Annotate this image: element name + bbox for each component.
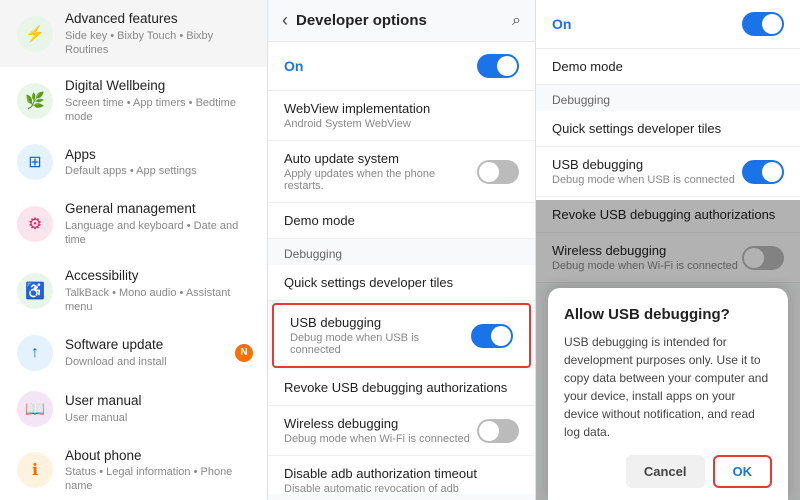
auto-update-subtitle: Apply updates when the phone restarts. xyxy=(284,168,477,192)
sidebar-item-user-manual[interactable]: 📖 User manualUser manual xyxy=(0,381,267,437)
about-phone-title: About phone xyxy=(65,447,253,465)
general-management-icon: ⚙ xyxy=(17,206,53,242)
sidebar-item-digital-wellbeing[interactable]: 🌿 Digital WellbeingScreen time • App time… xyxy=(0,67,267,134)
wireless-debugging-subtitle: Debug mode when Wi-Fi is connected xyxy=(284,433,470,445)
revoke-usb-title: Revoke USB debugging authorizations xyxy=(284,380,519,395)
sidebar-item-accessibility[interactable]: ♿ AccessibilityTalkBack • Mono audio • As… xyxy=(0,257,267,324)
right-developer-toggle[interactable] xyxy=(742,12,784,36)
usb-debugging-r-toggle[interactable] xyxy=(742,160,784,184)
general-management-subtitle: Language and keyboard • Date and time xyxy=(65,219,253,248)
right-item-quick-tiles-r[interactable]: Quick settings developer tiles xyxy=(536,111,800,147)
advanced-features-title: Advanced features xyxy=(65,10,253,28)
sidebar-item-software-update[interactable]: ↑ Software updateDownload and install N xyxy=(0,325,267,381)
quick-settings-tiles-title: Quick settings developer tiles xyxy=(284,275,519,290)
software-update-icon: ↑ xyxy=(17,335,53,371)
developer-options-toggle[interactable] xyxy=(477,54,519,78)
disable-adb-title: Disable adb authorization timeout xyxy=(284,466,519,481)
dialog-overlay: Allow USB debugging? USB debugging is int… xyxy=(536,200,800,500)
mid-header: ‹ Developer options⌕ xyxy=(268,0,535,42)
apps-icon: ⊞ xyxy=(17,144,53,180)
developer-options-toggle-label: On xyxy=(284,58,303,74)
apps-subtitle: Default apps • App settings xyxy=(65,164,253,178)
dialog-title: Allow USB debugging? xyxy=(564,306,772,323)
wireless-debugging-title: Wireless debugging xyxy=(284,416,470,431)
usb-debug-dialog: Allow USB debugging? USB debugging is int… xyxy=(548,288,788,500)
mid-panel-title: Developer options xyxy=(296,12,512,29)
right-item-usb-debugging-r[interactable]: USB debugging Debug mode when USB is conn… xyxy=(536,147,800,197)
user-manual-title: User manual xyxy=(65,392,253,410)
sidebar-item-general-management[interactable]: ⚙ General managementLanguage and keyboard… xyxy=(0,190,267,257)
dialog-actions: CancelOK xyxy=(564,455,772,488)
digital-wellbeing-title: Digital Wellbeing xyxy=(65,77,253,95)
sidebar-item-apps[interactable]: ⊞ AppsDefault apps • App settings xyxy=(0,134,267,190)
mid-item-quick-settings-tiles[interactable]: Quick settings developer tiles xyxy=(268,265,535,301)
usb-debugging-title: USB debugging xyxy=(290,315,471,330)
auto-update-title: Auto update system xyxy=(284,151,477,166)
right-developer-toggle-row: On xyxy=(536,0,800,49)
about-phone-icon: ℹ xyxy=(17,452,53,488)
dialog-body: USB debugging is intended for developmen… xyxy=(564,333,772,441)
usb-debugging-subtitle: Debug mode when USB is connected xyxy=(290,332,471,356)
demo-mode-r-title: Demo mode xyxy=(552,59,784,74)
section-header-quick-settings-tiles: Debugging xyxy=(268,239,535,265)
about-phone-subtitle: Status • Legal information • Phone name xyxy=(65,465,253,494)
left-settings-panel: ⚡ Advanced featuresSide key • Bixby Touch… xyxy=(0,0,268,500)
right-section-header-quick-tiles-r: Debugging xyxy=(536,85,800,111)
wireless-debugging-toggle[interactable] xyxy=(477,419,519,443)
software-update-badge: N xyxy=(235,344,253,362)
right-item-demo-mode-r[interactable]: Demo mode xyxy=(536,49,800,85)
general-management-title: General management xyxy=(65,200,253,218)
demo-mode-title: Demo mode xyxy=(284,213,519,228)
auto-update-toggle[interactable] xyxy=(477,160,519,184)
mid-item-webview[interactable]: WebView implementation Android System Web… xyxy=(268,91,535,141)
usb-debugging-r-subtitle: Debug mode when USB is connected xyxy=(552,174,735,186)
right-developer-panel: On Demo mode Debugging Quick settings devel… xyxy=(536,0,800,500)
mid-item-revoke-usb[interactable]: Revoke USB debugging authorizations xyxy=(268,370,535,406)
usb-debugging-r-title: USB debugging xyxy=(552,157,735,172)
right-toggle-label: On xyxy=(552,16,571,32)
mid-item-usb-debugging[interactable]: USB debugging Debug mode when USB is conn… xyxy=(272,303,531,368)
mid-item-disable-adb[interactable]: Disable adb authorization timeout Disable… xyxy=(268,456,535,494)
digital-wellbeing-subtitle: Screen time • App timers • Bedtime mode xyxy=(65,96,253,125)
webview-title: WebView implementation xyxy=(284,101,519,116)
user-manual-subtitle: User manual xyxy=(65,411,253,425)
mid-content: On WebView implementation Android System W… xyxy=(268,42,535,494)
mid-item-demo-mode[interactable]: Demo mode xyxy=(268,203,535,239)
advanced-features-subtitle: Side key • Bixby Touch • Bixby Routines xyxy=(65,29,253,58)
digital-wellbeing-icon: 🌿 xyxy=(17,83,53,119)
dialog-cancel-button[interactable]: Cancel xyxy=(626,455,705,488)
mid-item-wireless-debugging[interactable]: Wireless debugging Debug mode when Wi-Fi … xyxy=(268,406,535,456)
software-update-subtitle: Download and install xyxy=(65,355,231,369)
sidebar-item-advanced-features[interactable]: ⚡ Advanced featuresSide key • Bixby Touch… xyxy=(0,0,267,67)
developer-options-toggle-row: On xyxy=(268,42,535,91)
search-icon[interactable]: ⌕ xyxy=(512,12,521,30)
sidebar-item-about-phone[interactable]: ℹ About phoneStatus • Legal information •… xyxy=(0,437,267,500)
back-button[interactable]: ‹ xyxy=(282,10,288,31)
dialog-ok-button[interactable]: OK xyxy=(713,455,773,488)
apps-title: Apps xyxy=(65,146,253,164)
quick-tiles-r-title: Quick settings developer tiles xyxy=(552,121,784,136)
accessibility-title: Accessibility xyxy=(65,267,253,285)
mid-developer-panel: ‹ Developer options⌕ On WebView implementat… xyxy=(268,0,536,500)
software-update-title: Software update xyxy=(65,336,231,354)
accessibility-subtitle: TalkBack • Mono audio • Assistant menu xyxy=(65,286,253,315)
user-manual-icon: 📖 xyxy=(17,391,53,427)
mid-item-auto-update[interactable]: Auto update system Apply updates when the… xyxy=(268,141,535,203)
accessibility-icon: ♿ xyxy=(17,273,53,309)
webview-subtitle: Android System WebView xyxy=(284,118,519,130)
advanced-features-icon: ⚡ xyxy=(17,16,53,52)
usb-debugging-toggle[interactable] xyxy=(471,324,513,348)
disable-adb-subtitle: Disable automatic revocation of adb xyxy=(284,483,519,494)
